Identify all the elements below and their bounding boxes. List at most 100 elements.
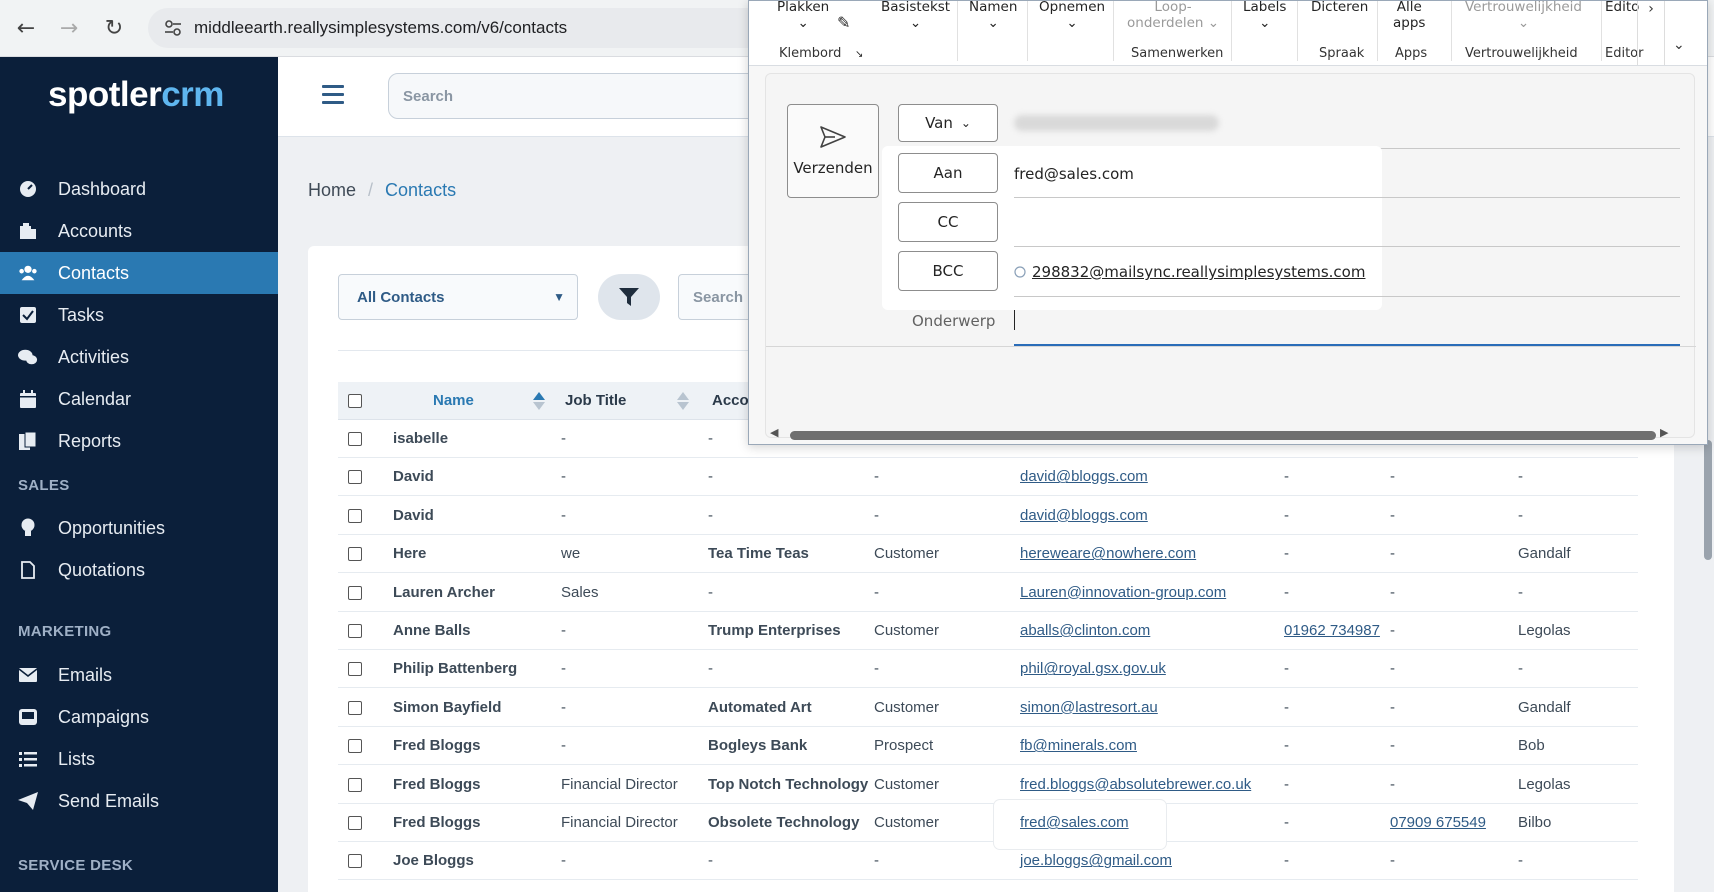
ribbon-collapse-icon[interactable]: ⌄ (1673, 37, 1685, 53)
sort-icon[interactable] (532, 390, 546, 412)
dicteren-button[interactable]: Dicteren (1311, 0, 1368, 15)
cell-name[interactable]: Philip Battenberg (393, 660, 517, 677)
row-checkbox[interactable] (348, 777, 362, 792)
cell-email[interactable]: aballs@clinton.com (1020, 622, 1150, 639)
row-checkbox[interactable] (348, 739, 362, 754)
table-row[interactable]: Philip Battenberg - - - phil@royal.gsx.gov.u… (338, 650, 1638, 689)
table-row[interactable]: Fred Bloggs Financial Director Obsolete Te… (338, 804, 1638, 842)
row-checkbox[interactable] (348, 854, 362, 869)
forward-icon[interactable]: → (53, 12, 85, 44)
ribbon-scroll-right-icon[interactable]: › (1637, 1, 1665, 65)
table-row[interactable]: Joe Bloggs - - - joe.bloggs@gmail.com - - - (338, 842, 1638, 881)
select-all-checkbox[interactable] (348, 394, 362, 408)
table-row[interactable]: Fred Bloggs - Bogleys Bank Prospect fb@miner… (338, 727, 1638, 766)
cell-email[interactable]: david@bloggs.com (1020, 507, 1148, 524)
cell-name[interactable]: David (393, 468, 434, 485)
horizontal-scroll-thumb[interactable] (790, 431, 1656, 440)
breadcrumb-current[interactable]: Contacts (385, 180, 456, 201)
filter-button[interactable] (598, 274, 660, 320)
cell-account[interactable]: Tea Time Teas (708, 545, 809, 562)
loop-onderdelen-button[interactable]: Loop-onderdelen ⌄ (1127, 0, 1219, 31)
sidebar-item-opportunities[interactable]: Opportunities (0, 507, 278, 549)
editor-button[interactable]: Edito (1605, 0, 1639, 15)
highlighted-email-link[interactable]: fred@sales.com (1020, 814, 1129, 831)
opnemen-button[interactable]: Opnemen ⌄ (1039, 0, 1105, 31)
paste-button[interactable]: Plakken ⌄ (777, 0, 829, 31)
cell-phone[interactable]: 01962 734987 (1284, 622, 1380, 639)
cell-account[interactable]: Bogleys Bank (708, 737, 807, 754)
labels-button[interactable]: Labels ⌄ (1243, 0, 1286, 31)
column-header-job-title[interactable]: Job Title (565, 392, 626, 409)
format-painter-icon[interactable]: ✎ (837, 13, 850, 32)
cell-account[interactable]: Automated Art (708, 699, 812, 716)
to-field-value[interactable]: fred@sales.com (1014, 165, 1134, 183)
cell-email[interactable]: Lauren@innovation-group.com (1020, 584, 1226, 601)
sort-icon[interactable] (676, 390, 690, 412)
sidebar-item-contacts[interactable]: Contacts (0, 252, 278, 294)
cell-email[interactable]: simon@lastresort.au (1020, 699, 1158, 716)
cell-name[interactable]: Fred Bloggs (393, 737, 481, 754)
bcc-button[interactable]: BCC (898, 251, 998, 291)
page-scrollbar[interactable] (1704, 440, 1712, 560)
scroll-left-icon[interactable]: ◀ (770, 426, 778, 439)
row-checkbox[interactable] (348, 662, 362, 677)
table-row[interactable]: Simon Bayfield - Automated Art Customer simo… (338, 689, 1638, 727)
cell-name[interactable]: Lauren Archer (393, 584, 495, 601)
vertrouwelijkheid-button[interactable]: Vertrouwelijkheid ⌄ (1465, 0, 1582, 31)
table-row[interactable]: Lauren Archer Sales - - Lauren@innovation-gr… (338, 574, 1638, 612)
breadcrumb-home[interactable]: Home (308, 180, 356, 201)
row-checkbox[interactable] (348, 624, 362, 638)
cell-name[interactable]: Joe Bloggs (393, 852, 474, 869)
address-bar[interactable]: middleearth.reallysimplesystems.com/v6/c… (148, 8, 768, 48)
cell-email[interactable]: hereweare@nowhere.com (1020, 545, 1196, 562)
scroll-right-icon[interactable]: ▶ (1660, 426, 1668, 439)
logo[interactable]: spotlercrm (48, 75, 224, 115)
cell-name[interactable]: David (393, 507, 434, 524)
global-search-input[interactable]: Search (388, 73, 808, 119)
cell-account[interactable]: Top Notch Technology (708, 776, 868, 793)
site-settings-icon[interactable] (162, 17, 184, 39)
basistekst-button[interactable]: Basistekst ⌄ (881, 0, 950, 31)
hamburger-menu-icon[interactable] (322, 85, 344, 105)
cell-email[interactable]: phil@royal.gsx.gov.uk (1020, 660, 1166, 677)
table-row[interactable]: Fred Bloggs Financial Director Top Notch T… (338, 766, 1638, 804)
cell-name[interactable]: Anne Balls (393, 622, 471, 639)
sidebar-item-send-emails[interactable]: Send Emails (0, 780, 278, 822)
table-row[interactable]: Here we Tea Time Teas Customer hereweare@now… (338, 535, 1638, 574)
from-button[interactable]: Van ⌄ (898, 104, 998, 142)
sidebar-item-reports[interactable]: Reports (0, 420, 278, 462)
cell-mobile[interactable]: 07909 675549 (1390, 814, 1486, 831)
dialog-launcher-icon[interactable]: ↘ (855, 49, 863, 60)
cell-name[interactable]: Here (393, 545, 426, 562)
table-row[interactable]: David - - - david@bloggs.com - - - (338, 458, 1638, 497)
sidebar-item-accounts[interactable]: Accounts (0, 210, 278, 252)
cell-name[interactable]: Simon Bayfield (393, 699, 501, 716)
cc-button[interactable]: CC (898, 202, 998, 242)
alle-apps-button[interactable]: Alle apps (1393, 0, 1425, 31)
cell-account[interactable]: Obsolete Technology (708, 814, 859, 831)
to-button[interactable]: Aan (898, 153, 998, 193)
send-button[interactable]: Verzenden (787, 104, 879, 198)
table-row[interactable]: Anne Balls - Trump Enterprises Customer abal… (338, 612, 1638, 650)
row-checkbox[interactable] (348, 432, 362, 446)
bcc-field[interactable]: 298832@mailsync.reallysimplesystems.com (1014, 263, 1365, 281)
row-checkbox[interactable] (348, 816, 362, 830)
column-header-account[interactable]: Acco (712, 392, 749, 409)
cell-name[interactable]: Fred Bloggs (393, 814, 481, 831)
view-select[interactable]: All Contacts ▼ (338, 274, 578, 320)
back-icon[interactable]: ← (10, 12, 42, 44)
cell-account[interactable]: Trump Enterprises (708, 622, 841, 639)
column-header-name[interactable]: Name (433, 392, 474, 409)
cell-email[interactable]: joe.bloggs@gmail.com (1020, 852, 1172, 869)
sidebar-item-campaigns[interactable]: Campaigns (0, 696, 278, 738)
sidebar-item-activities[interactable]: Activities (0, 336, 278, 378)
sidebar-item-quotations[interactable]: Quotations (0, 549, 278, 591)
row-checkbox[interactable] (348, 470, 362, 485)
cell-email[interactable]: fred.bloggs@absolutebrewer.co.uk (1020, 776, 1251, 793)
namen-button[interactable]: Namen ⌄ (969, 0, 1017, 31)
sidebar-item-emails[interactable]: Emails (0, 654, 278, 696)
reload-icon[interactable]: ↻ (98, 12, 130, 44)
row-checkbox[interactable] (348, 585, 362, 600)
row-checkbox[interactable] (348, 700, 362, 715)
row-checkbox[interactable] (348, 508, 362, 523)
